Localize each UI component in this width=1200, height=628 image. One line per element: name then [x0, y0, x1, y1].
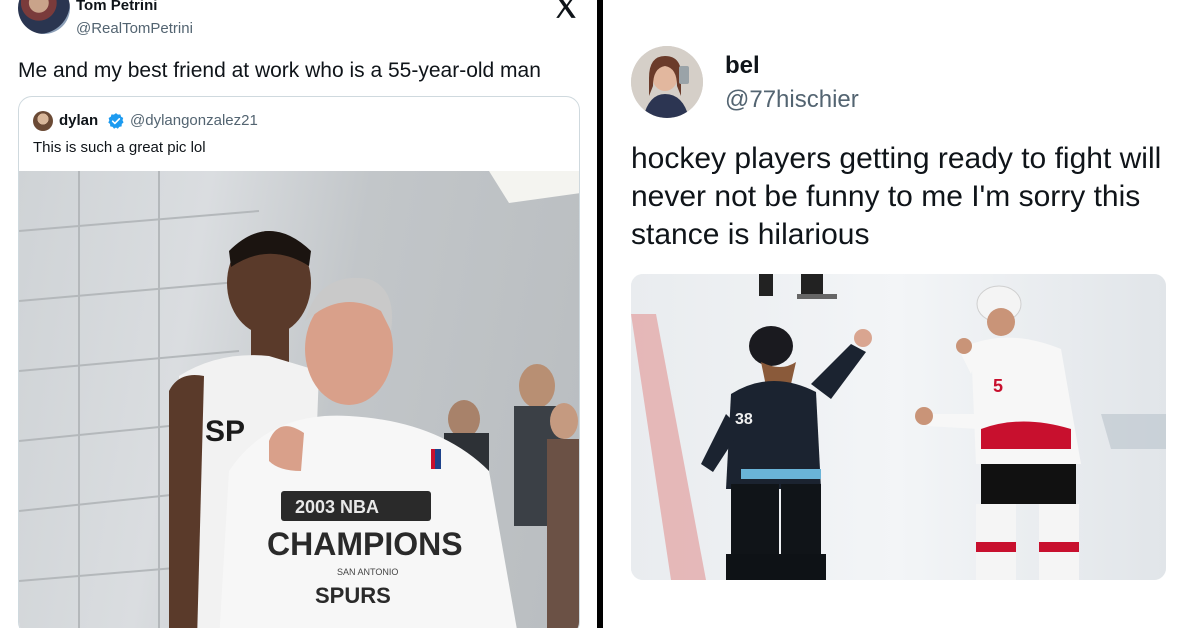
tweet-text: Me and my best friend at work who is a 5… [18, 59, 541, 82]
left-tweet: Tom Petrini @RealTomPetrini Me and my be… [0, 0, 597, 628]
avatar[interactable] [631, 46, 703, 118]
quoted-tweet-text: This is such a great pic lol [33, 139, 206, 156]
tweet-text: hockey players getting ready to fight wi… [631, 142, 1162, 251]
ice-logo [1101, 414, 1166, 449]
avatar[interactable] [18, 0, 70, 34]
author-handle[interactable]: @RealTomPetrini [76, 20, 193, 37]
author-name[interactable]: bel [725, 52, 760, 80]
avatar-image [631, 46, 703, 118]
shirt-line2: CHAMPIONS [267, 526, 463, 562]
quoted-author-handle[interactable]: @dylangonzalez21 [130, 112, 258, 129]
player-right-number: 5 [993, 376, 1003, 396]
author-handle[interactable]: @77hischier [725, 86, 859, 114]
quoted-avatar[interactable] [33, 111, 53, 131]
ice-surface [631, 274, 1166, 580]
shirt-line3: SPURS [315, 583, 391, 608]
verified-badge-icon [108, 113, 124, 129]
player-left-number: 38 [735, 411, 753, 428]
right-tweet: bel @77hischier hockey players getting r… [603, 0, 1200, 628]
shirt-line4: SAN ANTONIO [337, 567, 398, 577]
shirt-line1: 2003 NBA [295, 497, 379, 517]
hockey-photo-illustration: 38 5 [631, 274, 1166, 580]
quoted-tweet-photo[interactable]: SP 2003 NBA CHAMPIONS SAN ANTONIO SPURS [19, 171, 579, 628]
x-logo-icon[interactable] [553, 0, 579, 20]
quoted-author-name[interactable]: dylan [59, 112, 98, 129]
ceiling-light [489, 171, 579, 203]
spurs-photo-illustration: SP 2003 NBA CHAMPIONS SAN ANTONIO SPURS [19, 171, 579, 628]
author-name[interactable]: Tom Petrini [76, 0, 157, 14]
tweet-photo[interactable]: 38 5 [631, 274, 1166, 580]
jersey-text: SP [205, 415, 245, 448]
quoted-tweet-card[interactable]: dylan @dylangonzalez21 This is such a gr… [18, 96, 580, 628]
